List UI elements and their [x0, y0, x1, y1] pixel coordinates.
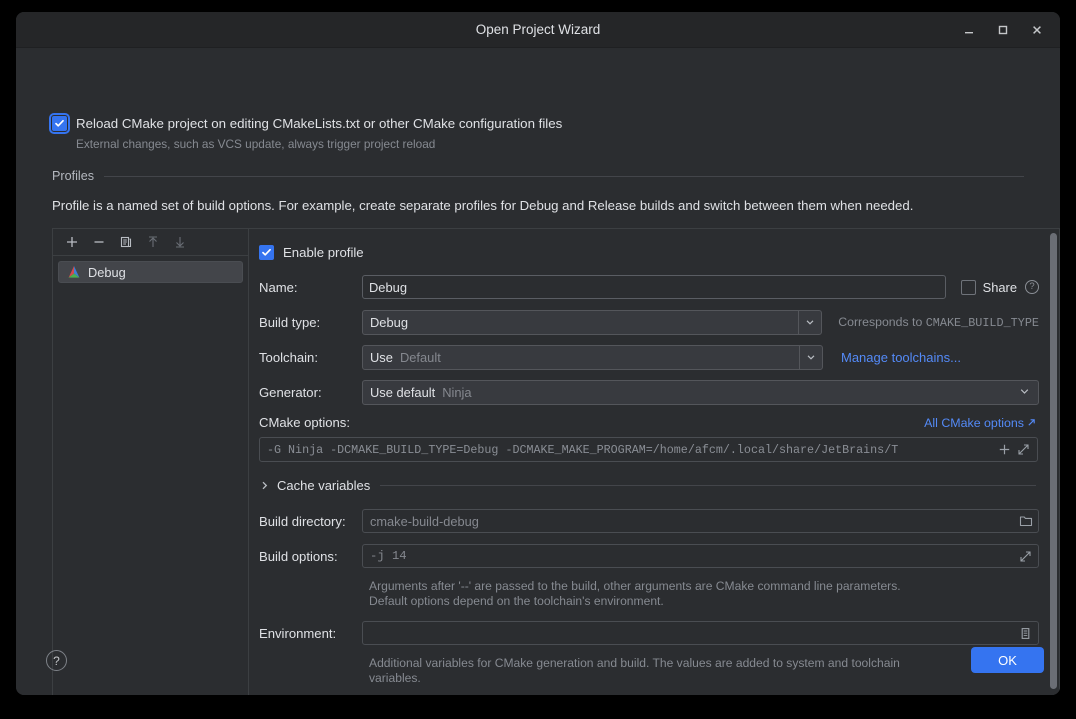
- all-cmake-options-link-label: All CMake options: [924, 416, 1024, 430]
- reload-cmake-setting: Reload CMake project on editing CMakeLis…: [52, 116, 562, 151]
- build-type-note-code: CMAKE_BUILD_TYPE: [926, 316, 1039, 330]
- chevron-down-icon[interactable]: [1019, 385, 1030, 400]
- plus-icon[interactable]: [995, 440, 1014, 459]
- manage-toolchains-link[interactable]: Manage toolchains...: [841, 350, 961, 365]
- build-options-label: Build options:: [259, 549, 362, 564]
- dialog-title: Open Project Wizard: [476, 22, 601, 37]
- build-directory-row: Build directory: cmake-build-debug: [259, 509, 1039, 533]
- dialog-footer: ? OK: [16, 637, 1060, 695]
- profiles-split-panel: Debug Enable profile Name:: [52, 228, 1060, 695]
- cmake-options-value: -G Ninja -DCMAKE_BUILD_TYPE=Debug -DCMAK…: [267, 443, 995, 457]
- add-profile-button[interactable]: [59, 231, 84, 254]
- expand-icon[interactable]: [1016, 547, 1035, 566]
- build-options-input[interactable]: -j 14: [362, 544, 1039, 568]
- chevron-down-icon[interactable]: [798, 311, 821, 334]
- remove-profile-button[interactable]: [86, 231, 111, 254]
- profiles-list: Debug: [53, 256, 248, 695]
- cmake-options-input[interactable]: -G Ninja -DCMAKE_BUILD_TYPE=Debug -DCMAK…: [259, 437, 1038, 462]
- build-options-row: Build options: -j 14: [259, 544, 1039, 568]
- detail-scrollbar-thumb[interactable]: [1050, 233, 1057, 689]
- profile-detail-pane: Enable profile Name: Debug Share ?: [249, 228, 1060, 695]
- share-checkbox[interactable]: [961, 280, 976, 295]
- open-project-wizard-dialog: Open Project Wizard Reload CMake project…: [16, 12, 1060, 695]
- list-item[interactable]: Debug: [58, 261, 243, 283]
- generator-combobox[interactable]: Use default Ninja: [362, 380, 1039, 405]
- build-directory-placeholder: cmake-build-debug: [370, 514, 1016, 529]
- build-options-hint-line2: Default options depend on the toolchain'…: [369, 594, 1039, 609]
- profiles-description: Profile is a named set of build options.…: [52, 198, 913, 213]
- move-profile-up-button[interactable]: [140, 231, 165, 254]
- build-type-note: Corresponds to CMAKE_BUILD_TYPE: [838, 315, 1039, 330]
- cache-variables-section[interactable]: Cache variables: [259, 478, 1038, 493]
- profiles-list-toolbar: [53, 229, 248, 256]
- profiles-section-label: Profiles: [52, 169, 94, 183]
- toolchain-value: Use: [370, 350, 393, 365]
- cache-variables-divider: [380, 485, 1036, 486]
- list-item-label: Debug: [88, 265, 126, 280]
- toolchain-label: Toolchain:: [259, 350, 362, 365]
- cmake-options-label: CMake options:: [259, 415, 350, 430]
- generator-value: Use default: [370, 385, 435, 400]
- chevron-down-icon[interactable]: [799, 346, 822, 369]
- maximize-icon[interactable]: [986, 15, 1020, 45]
- detail-scrollbar[interactable]: [1050, 233, 1057, 693]
- build-options-placeholder: -j 14: [370, 549, 1016, 563]
- window-controls: [952, 12, 1054, 48]
- cmake-options-header: CMake options: All CMake options: [259, 415, 1038, 430]
- build-type-value: Debug: [370, 315, 408, 330]
- title-bar: Open Project Wizard: [16, 12, 1060, 48]
- build-directory-label: Build directory:: [259, 514, 362, 529]
- folder-icon[interactable]: [1016, 512, 1035, 531]
- cmake-logo-icon: [67, 265, 81, 279]
- reload-cmake-label: Reload CMake project on editing CMakeLis…: [76, 116, 562, 131]
- build-type-row: Build type: Debug Corresponds to CMAKE_B…: [259, 310, 1039, 334]
- share-label: Share: [983, 280, 1017, 295]
- chevron-right-icon: [259, 480, 270, 491]
- enable-profile-label: Enable profile: [283, 245, 364, 260]
- move-profile-down-button[interactable]: [167, 231, 192, 254]
- generator-row: Generator: Use default Ninja: [259, 380, 1039, 404]
- build-options-hint-line1: Arguments after '--' are passed to the b…: [369, 579, 1039, 594]
- toolchain-combobox[interactable]: Use Default: [362, 345, 823, 370]
- minimize-icon[interactable]: [952, 15, 986, 45]
- build-type-note-text: Corresponds to: [838, 315, 926, 329]
- reload-cmake-checkbox[interactable]: [52, 116, 67, 131]
- cache-variables-label: Cache variables: [277, 478, 370, 493]
- name-row: Name: Debug Share ?: [259, 275, 1039, 299]
- share-row: Share ?: [961, 280, 1039, 295]
- ok-button[interactable]: OK: [971, 647, 1044, 673]
- profiles-list-pane: Debug: [52, 228, 249, 695]
- copy-profile-button[interactable]: [113, 231, 138, 254]
- toolchain-row: Toolchain: Use Default Manage toolchains…: [259, 345, 1039, 369]
- question-mark-icon[interactable]: ?: [1025, 280, 1039, 294]
- build-options-hint: Arguments after '--' are passed to the b…: [369, 579, 1039, 609]
- close-icon[interactable]: [1020, 15, 1054, 45]
- help-button[interactable]: ?: [46, 650, 67, 671]
- enable-profile-row: Enable profile: [259, 245, 1039, 260]
- name-input-value: Debug: [369, 280, 407, 295]
- profiles-section-header: Profiles: [52, 169, 1024, 183]
- build-directory-input[interactable]: cmake-build-debug: [362, 509, 1039, 533]
- name-input[interactable]: Debug: [362, 275, 946, 299]
- dialog-content: Reload CMake project on editing CMakeLis…: [16, 48, 1060, 695]
- profiles-section-divider: [104, 176, 1024, 177]
- expand-icon[interactable]: [1014, 440, 1033, 459]
- name-label: Name:: [259, 280, 362, 295]
- build-type-combobox[interactable]: Debug: [362, 310, 822, 335]
- reload-cmake-sublabel: External changes, such as VCS update, al…: [76, 137, 562, 151]
- generator-placeholder: Ninja: [442, 385, 471, 400]
- all-cmake-options-link[interactable]: All CMake options: [924, 416, 1036, 430]
- external-link-icon: [1027, 416, 1036, 430]
- enable-profile-checkbox[interactable]: [259, 245, 274, 260]
- build-type-label: Build type:: [259, 315, 362, 330]
- toolchain-placeholder: Default: [400, 350, 441, 365]
- generator-label: Generator:: [259, 385, 362, 400]
